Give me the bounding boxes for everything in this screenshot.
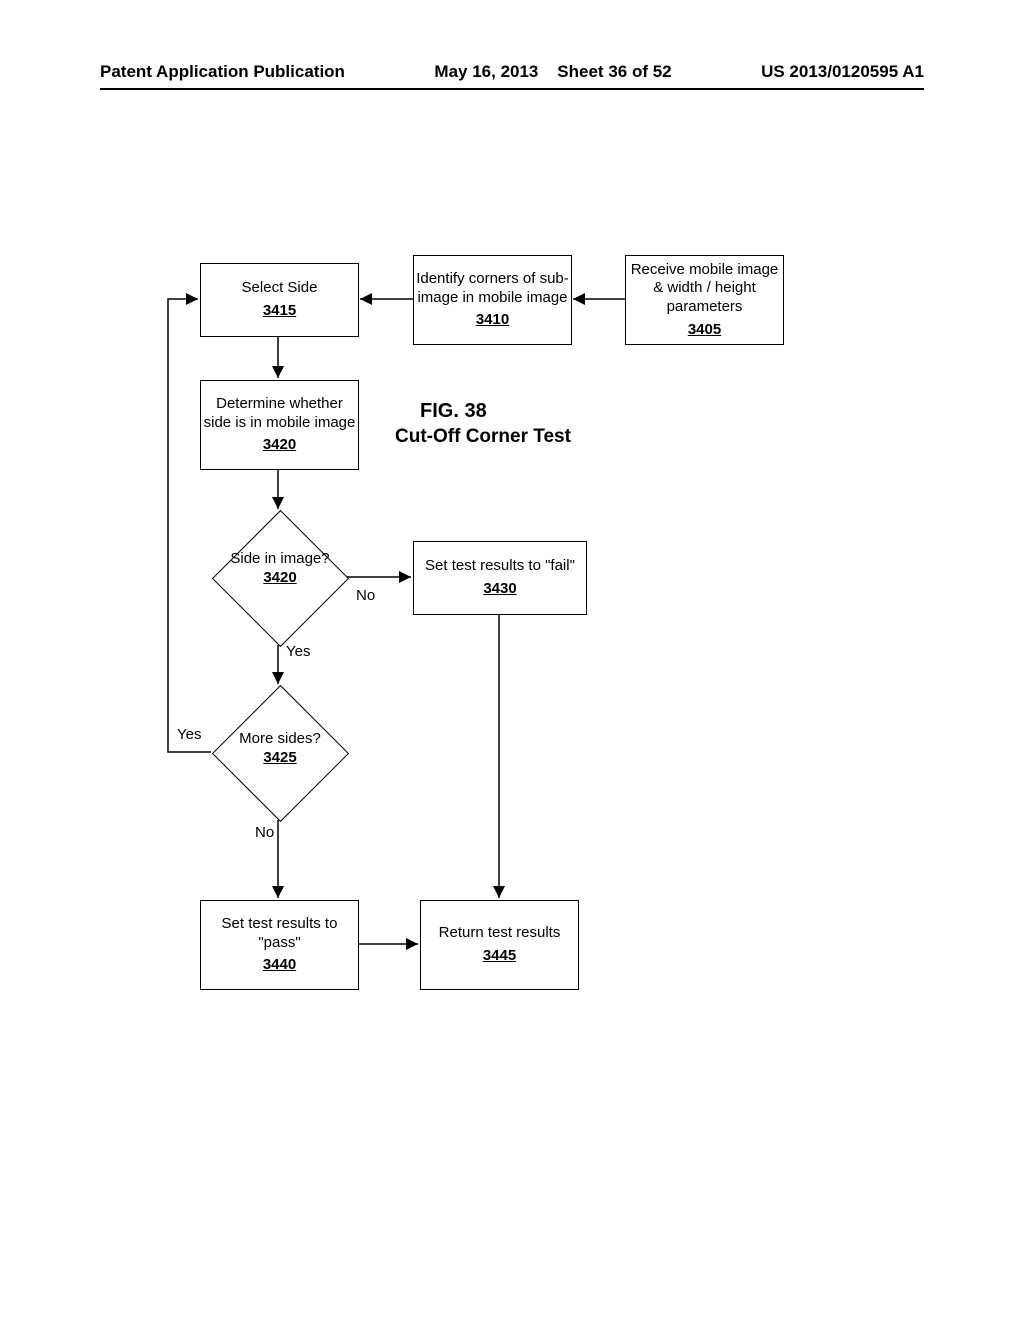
step-ref: 3410 — [414, 311, 571, 330]
step-return-results: Return test results 3445 — [420, 900, 579, 990]
decision-text: Side in image? — [230, 550, 329, 567]
label-yes-more: Yes — [177, 726, 201, 743]
flow-arrows — [0, 0, 1024, 1320]
step-set-fail: Set test results to "fail" 3430 — [413, 541, 587, 615]
step-select-side: Select Side 3415 — [200, 263, 359, 337]
step-ref: 3440 — [201, 956, 358, 975]
step-text: Set test results to "pass" — [201, 915, 358, 953]
label-no-side: No — [356, 587, 375, 604]
step-ref: 3430 — [414, 580, 586, 599]
decision-more-sides-label: More sides? 3425 — [220, 730, 340, 768]
figure-title: Cut-Off Corner Test — [395, 426, 571, 448]
page-header: Patent Application Publication May 16, 2… — [100, 62, 924, 90]
step-set-pass: Set test results to "pass" 3440 — [200, 900, 359, 990]
step-text: Identify corners of sub-image in mobile … — [414, 270, 571, 308]
step-text: Set test results to "fail" — [414, 557, 586, 576]
page: Patent Application Publication May 16, 2… — [0, 0, 1024, 1320]
publication-type: Patent Application Publication — [100, 62, 345, 82]
publication-date: May 16, 2013 — [434, 62, 538, 81]
step-determine-side: Determine whether side is in mobile imag… — [200, 380, 359, 470]
decision-text: More sides? — [239, 730, 321, 747]
step-ref: 3415 — [201, 302, 358, 321]
step-identify-corners: Identify corners of sub-image in mobile … — [413, 255, 572, 345]
step-text: Determine whether side is in mobile imag… — [201, 395, 358, 433]
decision-ref: 3425 — [263, 749, 296, 766]
step-text: Return test results — [421, 924, 578, 943]
publication-number: US 2013/0120595 A1 — [761, 62, 924, 82]
step-receive-image: Receive mobile image & width / height pa… — [625, 255, 784, 345]
decision-ref: 3420 — [263, 569, 296, 586]
step-ref: 3405 — [626, 321, 783, 340]
step-text: Select Side — [201, 279, 358, 298]
step-ref: 3445 — [421, 947, 578, 966]
decision-side-in-image-label: Side in image? 3420 — [220, 550, 340, 588]
label-yes-side: Yes — [286, 643, 310, 660]
sheet-number: Sheet 36 of 52 — [557, 62, 671, 81]
step-text: Receive mobile image & width / height pa… — [626, 261, 783, 317]
step-ref: 3420 — [201, 436, 358, 455]
label-no-more: No — [255, 824, 274, 841]
figure-number: FIG. 38 — [420, 400, 487, 423]
